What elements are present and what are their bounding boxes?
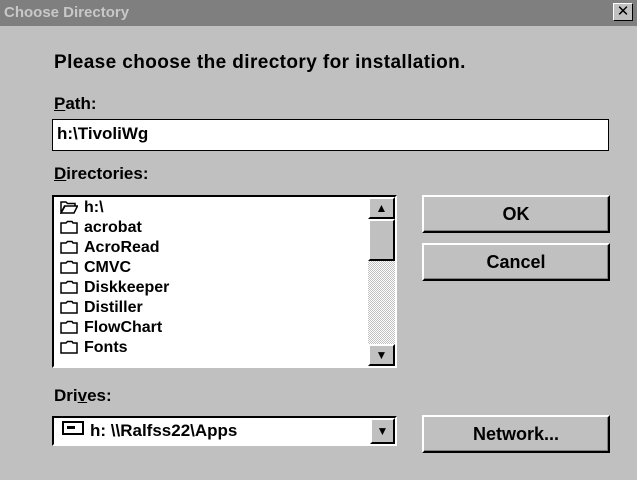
directory-item[interactable]: Diskkeeper: [60, 279, 169, 297]
directory-item-label: CMVC: [84, 259, 132, 276]
path-label: Path:: [54, 94, 97, 114]
directory-item[interactable]: AcroRead: [60, 239, 160, 257]
network-drive-icon: [62, 421, 84, 435]
directories-scrollbar[interactable]: ▲ ▼: [368, 197, 395, 366]
choose-directory-dialog: Choose Directory ✕ Please choose the dir…: [0, 0, 637, 480]
drives-selected-value: h: \\Ralfss22\Apps: [90, 421, 238, 440]
scroll-thumb[interactable]: [368, 219, 395, 261]
title-bar: Choose Directory ✕: [0, 0, 637, 26]
folder-icon: [60, 320, 78, 334]
directory-item-label: FlowChart: [84, 319, 163, 336]
drives-selected: h: \\Ralfss22\Apps: [62, 421, 237, 441]
directory-item-label: h:\: [84, 199, 104, 216]
directories-listbox[interactable]: h:\ acrobat AcroRead CMVC Diskkeeper Dis…: [52, 195, 397, 368]
directory-item[interactable]: acrobat: [60, 219, 142, 237]
folder-icon: [60, 240, 78, 254]
directories-label-text: irectories:: [66, 164, 149, 183]
folder-icon: [60, 220, 78, 234]
folder-icon: [60, 260, 78, 274]
ok-button[interactable]: OK: [422, 195, 610, 233]
path-label-text: ath:: [65, 94, 97, 113]
close-button[interactable]: ✕: [613, 3, 633, 21]
drives-label: Drives:: [54, 386, 112, 406]
directory-item-label: Fonts: [84, 339, 128, 356]
folder-icon: [60, 300, 78, 314]
directory-item[interactable]: FlowChart: [60, 319, 162, 337]
folder-icon: [60, 280, 78, 294]
drives-label-post: es:: [87, 386, 112, 405]
directories-label: Directories:: [54, 164, 148, 184]
instruction-text: Please choose the directory for installa…: [54, 52, 466, 73]
directory-item[interactable]: Distiller: [60, 299, 143, 317]
directories-label-mnemonic: D: [54, 164, 67, 183]
drives-dropdown[interactable]: h: \\Ralfss22\Apps ▼: [52, 416, 397, 446]
directory-item[interactable]: h:\: [60, 199, 104, 217]
scroll-down-button[interactable]: ▼: [368, 344, 395, 366]
directory-item-label: Diskkeeper: [84, 279, 170, 296]
drives-label-mnemonic: v: [77, 386, 88, 405]
folder-icon: [60, 340, 78, 354]
open-folder-icon: [60, 201, 78, 214]
drives-dropdown-button[interactable]: ▼: [370, 418, 395, 444]
directory-item-label: AcroRead: [84, 239, 160, 256]
window-title: Choose Directory: [4, 4, 130, 21]
directory-item-label: acrobat: [84, 219, 142, 236]
directory-item[interactable]: CMVC: [60, 259, 131, 277]
directory-item[interactable]: Fonts: [60, 339, 128, 357]
path-input[interactable]: h:\TivoliWg: [52, 119, 609, 151]
path-label-mnemonic: P: [54, 94, 66, 113]
network-button[interactable]: Network...: [422, 415, 610, 453]
drives-label-pre: Dri: [54, 386, 78, 405]
cancel-button[interactable]: Cancel: [422, 243, 610, 281]
scroll-up-button[interactable]: ▲: [368, 197, 395, 219]
directory-item-label: Distiller: [84, 299, 143, 316]
